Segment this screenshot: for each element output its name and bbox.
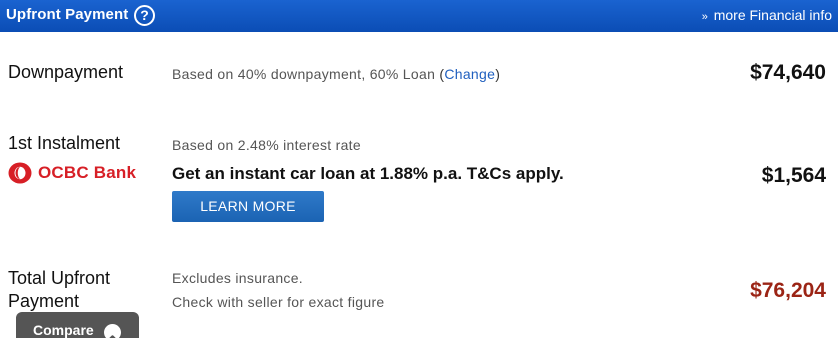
bank-logo-text: OCBC Bank [38, 163, 137, 182]
total-note-line1: Excludes insurance. [172, 270, 303, 286]
chevron-up-circle-icon[interactable] [104, 324, 121, 338]
instalment-label: 1st Instalment [8, 133, 121, 153]
total-amount: $76,204 [750, 279, 826, 302]
more-financial-info-label: more Financial info [713, 7, 832, 23]
double-chevron-icon: » [701, 11, 708, 23]
close-paren: ) [495, 66, 501, 82]
compare-tab[interactable]: Compare [16, 312, 139, 338]
section-header: Upfront Payment ? » more Financial info [0, 0, 838, 32]
ocbc-logo[interactable]: OCBC Bank [8, 162, 136, 184]
learn-more-button[interactable]: LEARN MORE [172, 191, 324, 222]
downpayment-note: Based on 40% downpayment, 60% Loan (Chan… [172, 66, 500, 82]
total-note-line2: Check with seller for exact figure [172, 294, 385, 310]
change-link[interactable]: Change [444, 66, 495, 82]
more-financial-info-link[interactable]: » more Financial info [702, 7, 832, 23]
question-circle-icon[interactable]: ? [134, 5, 155, 26]
downpayment-note-text: Based on 40% downpayment, 60% Loan [172, 66, 436, 82]
total-label-line2: Payment [8, 291, 80, 311]
chevron-up-icon [109, 335, 116, 338]
ocbc-logo-icon [8, 162, 32, 184]
total-label-line1: Total Upfront [8, 268, 111, 288]
downpayment-amount: $74,640 [750, 61, 826, 84]
downpayment-label: Downpayment [8, 62, 124, 82]
loan-promo-text[interactable]: Get an instant car loan at 1.88% p.a. T&… [172, 164, 564, 184]
instalment-amount: $1,564 [761, 164, 826, 187]
instalment-note: Based on 2.48% interest rate [172, 137, 361, 153]
compare-label: Compare [33, 322, 94, 338]
section-title: Upfront Payment [6, 6, 129, 23]
